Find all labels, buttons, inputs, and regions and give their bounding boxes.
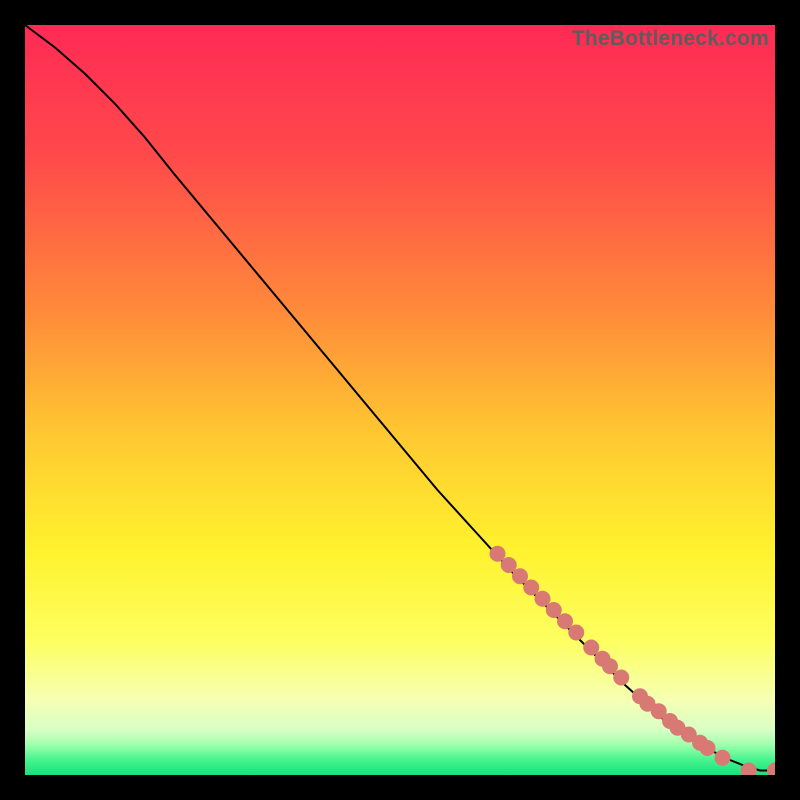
bottleneck-curve <box>25 25 775 771</box>
curve-layer <box>25 25 775 775</box>
data-point <box>613 670 629 686</box>
data-point <box>767 763 775 776</box>
data-point <box>715 750 731 766</box>
data-point <box>568 625 584 641</box>
watermark-label: TheBottleneck.com <box>572 27 769 51</box>
plot-area: TheBottleneck.com <box>25 25 775 775</box>
data-point <box>700 740 716 756</box>
chart-stage: TheBottleneck.com <box>0 0 800 800</box>
scatter-group <box>490 546 776 775</box>
